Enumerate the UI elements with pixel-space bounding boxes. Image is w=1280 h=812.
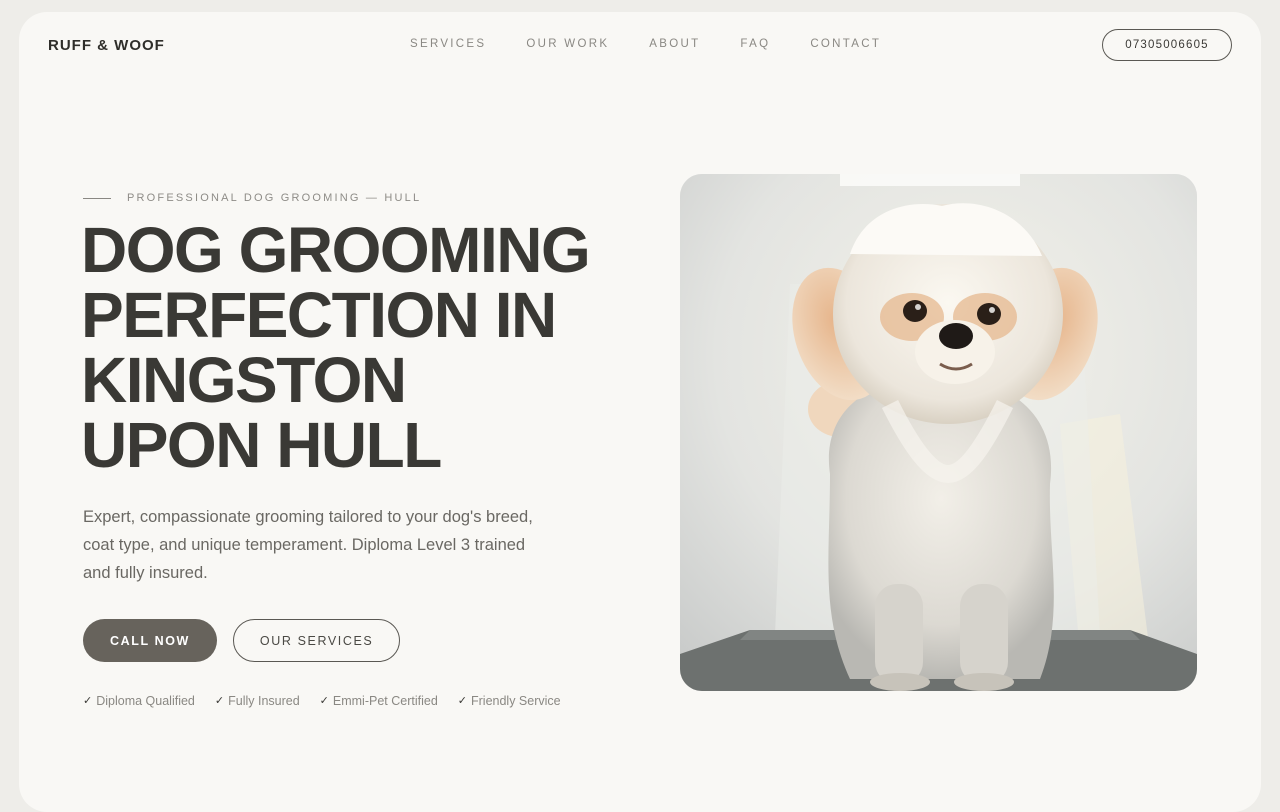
nav-link-our-work[interactable]: OUR WORK — [526, 38, 609, 50]
nav-link-contact[interactable]: CONTACT — [810, 38, 881, 50]
badge-label: Friendly Service — [471, 694, 561, 708]
trust-badges: ✓ Diploma Qualified ✓ Fully Insured ✓ Em… — [83, 694, 561, 708]
check-icon: ✓ — [319, 695, 329, 707]
hero-dog-image — [680, 174, 1197, 691]
nav-link-faq[interactable]: FAQ — [740, 38, 770, 50]
brand-logo[interactable]: RUFF & WOOF — [48, 37, 165, 54]
headline-line-1: DOG GROOMING — [81, 214, 591, 286]
headline-line-4: UPON HULL — [81, 409, 442, 481]
hero-eyebrow: PROFESSIONAL DOG GROOMING — HULL — [83, 192, 421, 204]
eyebrow-divider — [83, 197, 111, 199]
badge-item: ✓ Diploma Qualified — [83, 694, 195, 708]
badge-label: Emmi-Pet Certified — [332, 694, 438, 708]
badge-item: ✓ Emmi-Pet Certified — [320, 694, 438, 708]
badge-label: Diploma Qualified — [96, 694, 195, 708]
page-canvas: RUFF & WOOF SERVICES OUR WORK ABOUT FAQ … — [19, 12, 1261, 812]
main-nav: SERVICES OUR WORK ABOUT FAQ CONTACT — [410, 38, 881, 50]
cta-row: CALL NOW OUR SERVICES — [83, 619, 401, 662]
dog-illustration — [680, 174, 1197, 691]
nav-link-about[interactable]: ABOUT — [649, 38, 700, 50]
check-icon: ✓ — [83, 695, 93, 707]
nav-link-services[interactable]: SERVICES — [410, 38, 486, 50]
phone-button[interactable]: 07305006605 — [1102, 29, 1232, 61]
eyebrow-text: PROFESSIONAL DOG GROOMING — HULL — [127, 192, 422, 204]
check-icon: ✓ — [457, 695, 467, 707]
our-services-button[interactable]: OUR SERVICES — [232, 619, 401, 662]
badge-item: ✓ Fully Insured — [215, 694, 300, 708]
badge-item: ✓ Friendly Service — [458, 694, 561, 708]
call-now-button[interactable]: CALL NOW — [83, 619, 217, 662]
hero-description: Expert, compassionate grooming tailored … — [83, 508, 533, 582]
hero-headline: DOG GROOMING PERFECTION IN KINGSTON UPON… — [81, 218, 641, 478]
headline-line-2: PERFECTION IN — [81, 279, 557, 351]
headline-line-3: KINGSTON — [81, 344, 407, 416]
badge-label: Fully Insured — [228, 694, 300, 708]
check-icon: ✓ — [214, 695, 225, 707]
